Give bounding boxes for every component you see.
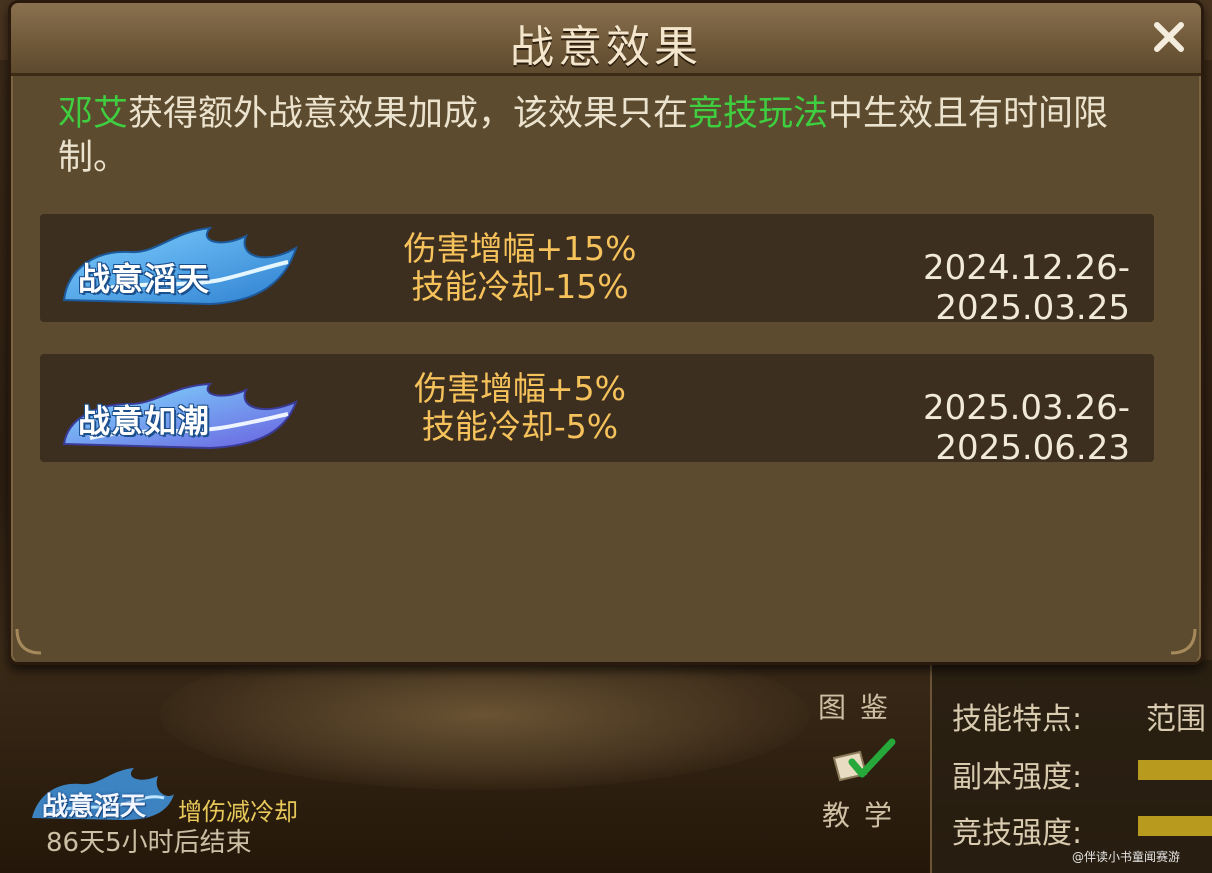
tutorial-check-icon[interactable] <box>830 738 900 784</box>
dialog-titlebar: 战意效果 <box>11 3 1201 76</box>
watermark-text: @伴读小书童闻赛游 <box>1072 850 1181 864</box>
dungeon-strength-bar <box>1138 760 1212 780</box>
cooldown-stat: 技能冷却-5% <box>421 407 619 446</box>
tutorial-button[interactable]: 教学 <box>822 794 906 834</box>
damage-boost-stat: 伤害增幅+5% <box>413 369 626 408</box>
skill-trait-value: 范围 <box>1146 702 1206 737</box>
effect-date-range: 2025.03.26-2025.06.23 <box>923 388 1130 468</box>
arena-strength-bar <box>1138 816 1212 836</box>
cooldown-stat: 技能冷却-15% <box>411 267 629 306</box>
effect-name: 战意如潮 <box>78 402 211 440</box>
effect-stats: 伤害增幅+5% 技能冷却-5% <box>370 370 670 446</box>
effect-row: 战意如潮 伤害增幅+5% 技能冷却-5% 2025.03.26-2025.06.… <box>40 354 1154 468</box>
description-part-1: 获得额外战意效果加成，该效果只在 <box>128 94 689 134</box>
effect-stats: 伤害增幅+15% 技能冷却-15% <box>370 230 670 306</box>
corner-ornament-icon <box>15 628 42 655</box>
effect-description: 邓艾获得额外战意效果加成，该效果只在竞技玩法中生效且有时间限制。 <box>58 92 1148 180</box>
status-timer: 86天5小时后结束 <box>46 828 252 858</box>
effect-date-range: 2024.12.26-2025.03.25 <box>923 248 1130 328</box>
status-badge-label: 战意滔天 <box>42 792 147 822</box>
effect-row: 战意滔天 伤害增幅+15% 技能冷却-15% 2024.12.26-2025.0… <box>40 214 1154 328</box>
skill-trait-label: 技能特点: <box>952 702 1083 737</box>
close-icon[interactable] <box>1147 15 1191 59</box>
damage-boost-stat: 伤害增幅+15% <box>403 229 637 268</box>
effect-name: 战意滔天 <box>78 260 211 298</box>
dialog-title: 战意效果 <box>510 22 702 73</box>
mode-name: 竞技玩法 <box>688 94 829 134</box>
hero-name: 邓艾 <box>58 94 129 134</box>
arena-strength-label: 竞技强度: <box>952 816 1083 851</box>
gallery-button[interactable]: 图鉴 <box>818 686 902 726</box>
corner-ornament-icon <box>1170 628 1197 655</box>
dungeon-strength-label: 副本强度: <box>952 760 1083 795</box>
